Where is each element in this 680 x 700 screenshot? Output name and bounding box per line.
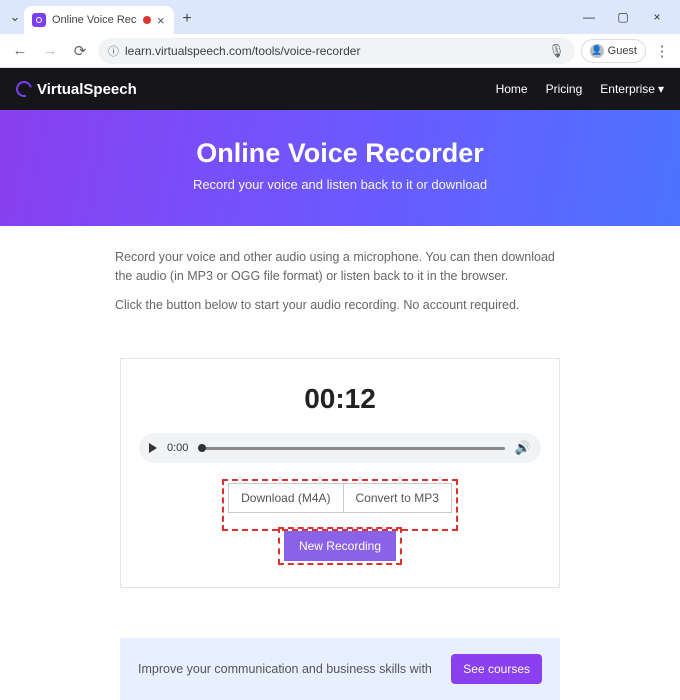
- promo-banner: Improve your communication and business …: [120, 638, 560, 700]
- play-icon[interactable]: [149, 443, 157, 453]
- close-window-button[interactable]: ×: [640, 3, 674, 31]
- audio-current-time: 0:00: [167, 442, 188, 454]
- site-header: VirtualSpeech Home Pricing Enterprise ▾: [0, 68, 680, 110]
- window-controls: — ▢ ×: [572, 3, 674, 31]
- logo[interactable]: VirtualSpeech: [16, 81, 137, 98]
- site-info-icon[interactable]: ⓘ: [108, 43, 119, 59]
- toolbar: ← → ⟳ ⓘ learn.virtualspeech.com/tools/vo…: [0, 34, 680, 68]
- mic-icon[interactable]: 🎙: [548, 43, 565, 59]
- new-recording-button[interactable]: New Recording: [284, 531, 396, 561]
- volume-icon[interactable]: 🔊: [515, 440, 531, 456]
- address-bar[interactable]: ⓘ learn.virtualspeech.com/tools/voice-re…: [98, 38, 575, 64]
- intro-p1: Record your voice and other audio using …: [115, 248, 565, 286]
- download-m4a-button[interactable]: Download (M4A): [228, 483, 342, 513]
- maximize-button[interactable]: ▢: [606, 3, 640, 31]
- forward-button[interactable]: →: [38, 39, 62, 63]
- tab-search-icon[interactable]: ⌄: [6, 9, 24, 25]
- see-courses-button[interactable]: See courses: [451, 654, 542, 684]
- favicon: [32, 13, 46, 27]
- minimize-button[interactable]: —: [572, 3, 606, 31]
- seek-slider[interactable]: [198, 447, 504, 450]
- logo-icon: [13, 78, 35, 100]
- tab-close-icon[interactable]: ×: [157, 13, 165, 28]
- brand-name: VirtualSpeech: [37, 81, 137, 98]
- nav-pricing[interactable]: Pricing: [546, 82, 583, 96]
- hero: Online Voice Recorder Record your voice …: [0, 110, 680, 226]
- tab-title: Online Voice Recorder: R: [52, 14, 137, 26]
- url-text: learn.virtualspeech.com/tools/voice-reco…: [125, 44, 360, 58]
- back-button[interactable]: ←: [8, 39, 32, 63]
- page-subtitle: Record your voice and listen back to it …: [16, 177, 664, 192]
- browser-chrome: ⌄ Online Voice Recorder: R × + — ▢ × ← →…: [0, 0, 680, 68]
- nav-home[interactable]: Home: [496, 82, 528, 96]
- guest-label: Guest: [608, 45, 637, 57]
- new-tab-button[interactable]: +: [174, 10, 200, 28]
- profile-button[interactable]: 👤 Guest: [581, 39, 646, 63]
- menu-button[interactable]: ⋮: [652, 42, 672, 60]
- audio-player[interactable]: 0:00 🔊: [139, 433, 541, 463]
- intro-text: Record your voice and other audio using …: [95, 226, 585, 346]
- reload-button[interactable]: ⟳: [68, 39, 92, 63]
- nav-enterprise[interactable]: Enterprise ▾: [600, 82, 664, 96]
- recording-indicator-icon: [143, 16, 151, 24]
- page-title: Online Voice Recorder: [16, 138, 664, 169]
- timer: 00:12: [139, 383, 541, 415]
- download-buttons-highlight: Download (M4A) Convert to MP3: [228, 483, 452, 527]
- recorder-card: 00:12 0:00 🔊 Download (M4A) Convert to M…: [120, 358, 560, 588]
- titlebar: ⌄ Online Voice Recorder: R × + — ▢ ×: [0, 0, 680, 34]
- browser-tab[interactable]: Online Voice Recorder: R ×: [24, 6, 174, 34]
- download-row: Download (M4A) Convert to MP3: [228, 483, 452, 513]
- avatar-icon: 👤: [590, 44, 604, 58]
- intro-p2: Click the button below to start your aud…: [115, 296, 565, 315]
- convert-mp3-button[interactable]: Convert to MP3: [343, 483, 452, 513]
- main-nav: Home Pricing Enterprise ▾: [496, 82, 664, 96]
- promo-text: Improve your communication and business …: [138, 662, 437, 676]
- chevron-down-icon: ▾: [658, 82, 664, 96]
- new-recording-highlight: New Recording: [284, 531, 396, 561]
